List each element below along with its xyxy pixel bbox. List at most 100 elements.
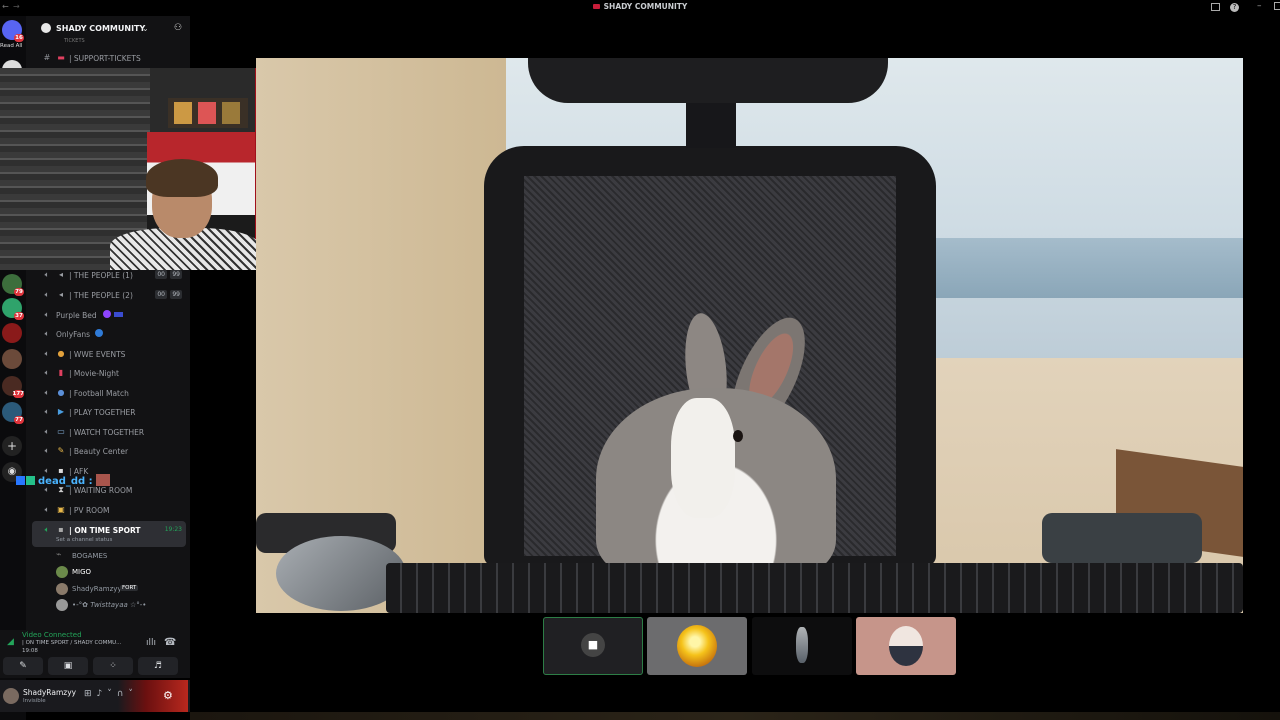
participant-tile[interactable]: ■ [543, 617, 643, 675]
server-tag-badge: FORT [120, 585, 139, 591]
channel-label: | THE PEOPLE (2) [69, 291, 133, 300]
minimize-icon[interactable]: – [1257, 1, 1267, 11]
user-count: 00 [155, 290, 167, 299]
channel-pv-room[interactable]: 🔈︎ ▣ | PV ROOM [32, 501, 186, 519]
window-titlebar: ← → SHADY COMMUNITY ? – [0, 0, 1280, 16]
server-logo-icon [592, 4, 600, 9]
soundboard-button[interactable]: ♬ [138, 657, 178, 675]
badge-icon [16, 476, 25, 485]
participant-avatar [677, 625, 717, 667]
activity-button[interactable]: ⁘ [93, 657, 133, 675]
channel-label: | WWE EVENTS [69, 350, 126, 359]
ticket-emoji-icon: ▬ [57, 53, 65, 62]
server-icon[interactable] [2, 349, 22, 369]
member-name: BOGAMES [72, 552, 108, 560]
maximize-icon[interactable] [1274, 2, 1280, 10]
add-server-icon[interactable]: + [2, 436, 22, 456]
channel-label: | SUPPORT-TICKETS [69, 54, 141, 63]
voice-connection-panel: ◢ Video Connected | ON TIME SPORT / SHAD… [0, 630, 190, 678]
help-icon[interactable]: ? [1230, 3, 1239, 12]
server-icon [41, 23, 51, 33]
channel-play-together[interactable]: 🔈︎ ▶ | PLAY TOGETHER [32, 403, 186, 421]
bunny-face [671, 398, 735, 518]
unread-badge: 177 [12, 390, 24, 398]
speaker-icon: 🔈︎ [44, 407, 50, 416]
chevron-down-icon[interactable]: ˅ [128, 689, 138, 699]
chair-arm [1042, 513, 1202, 563]
server-icon[interactable]: 37 [2, 298, 24, 320]
screen-share-button[interactable]: ▣ [48, 657, 88, 675]
inbox-icon[interactable] [1211, 3, 1220, 11]
channel-label: | Movie-Night [69, 369, 119, 378]
channel-status-input[interactable]: Set a channel status [56, 537, 112, 543]
channel-label: Purple Bed [56, 311, 97, 320]
noise-suppression-icon[interactable]: ıllı [146, 638, 156, 648]
category-label: TICKETS [64, 38, 85, 44]
voice-member[interactable]: ShadyRamzyy FORT [56, 582, 190, 597]
channel-label: OnlyFans [56, 330, 91, 339]
camera-off-button[interactable]: ✎ [3, 657, 43, 675]
unread-badge: 79 [14, 288, 24, 296]
voice-status: Video Connected [22, 631, 82, 639]
speaker-icon: 🔈︎ [44, 349, 50, 358]
member-icon: ⌁ [56, 550, 62, 560]
channel-label: | WATCH TOGETHER [69, 428, 145, 437]
participant-tile[interactable] [856, 617, 956, 675]
speaker-icon: 🔈︎ [44, 505, 50, 514]
add-member-icon[interactable]: ⚇ [174, 23, 184, 33]
participant-tile[interactable] [647, 617, 747, 675]
chevron-down-icon[interactable]: ⌄ [142, 24, 149, 33]
participant-tile[interactable] [752, 617, 852, 675]
headphones-icon[interactable]: ∩ [117, 689, 129, 699]
avatar[interactable] [3, 688, 19, 704]
channel-wwe-events[interactable]: 🔈︎ ● | WWE EVENTS [32, 345, 186, 363]
disconnect-icon[interactable]: ☎ [164, 637, 176, 648]
channel-onlyfans[interactable]: 🔈︎ OnlyFans [32, 325, 186, 343]
channel-on-time-sport[interactable]: 🔈︎ ▪ | ON TIME SPORT 19:23 Set a channel… [32, 521, 186, 547]
avatar [56, 599, 68, 611]
read-all-button[interactable]: Read All [0, 43, 22, 49]
channel-watch-together[interactable]: 🔈︎ ▭ | WATCH TOGETHER [32, 423, 186, 441]
discord-icon[interactable]: 16 [2, 20, 24, 42]
signal-icon[interactable]: ◢ [7, 637, 14, 647]
chevron-down-icon[interactable]: ˅ [107, 689, 117, 699]
voice-timer: 19:08 [22, 648, 38, 654]
speaker-icon: 🔈︎ [44, 290, 50, 299]
unread-badge: 77 [14, 416, 24, 424]
server-icon[interactable]: 177 [2, 376, 24, 398]
user-count: 00 [155, 270, 167, 279]
channel-support-tickets[interactable]: # ▬ | SUPPORT-TICKETS [32, 49, 186, 67]
channel-label: | Football Match [69, 389, 129, 398]
server-icon[interactable]: 77 [2, 402, 24, 424]
server-header[interactable]: SHADY COMMUNITY ⌄ ⚇ [26, 16, 190, 42]
user-limit: 99 [170, 270, 182, 279]
gear-icon[interactable]: ⚙ [163, 689, 173, 702]
user-panel: ShadyRamzyy Invisible ⊞♪˅∩˅ ⚙ [0, 680, 190, 712]
channel-purple-bed[interactable]: 🔈︎ Purple Bed [32, 306, 186, 324]
game-controller-icon[interactable]: ⊞ [84, 689, 97, 699]
channel-the-people-2[interactable]: 🔈︎ ◂ | THE PEOPLE (2) 00 99 [32, 286, 186, 304]
hash-icon: # [43, 53, 51, 62]
channel-movie-night[interactable]: 🔈︎ ▮ | Movie-Night [32, 364, 186, 382]
speaker-icon: 🔈︎ [44, 388, 50, 397]
channel-label: | Beauty Center [69, 447, 129, 456]
channel-beauty-center[interactable]: 🔈︎ ✎ | Beauty Center [32, 442, 186, 460]
speaker-icon: 🔈︎ [44, 310, 50, 319]
lipstick-emoji-icon: ✎ [57, 446, 65, 455]
main-video-stream[interactable] [256, 58, 1243, 613]
server-icon[interactable]: 79 [2, 274, 24, 296]
voice-location[interactable]: | ON TIME SPORT / SHADY COMMU... [22, 640, 121, 646]
channel-label: | ON TIME SPORT [69, 526, 141, 535]
server-icon[interactable] [2, 323, 22, 343]
voice-member[interactable]: ⌁ BOGAMES [56, 549, 190, 564]
channel-label: | THE PEOPLE (1) [69, 271, 133, 280]
bunny-eye [733, 430, 743, 442]
blue-circle-icon [95, 329, 103, 337]
voice-member[interactable]: MIGO [56, 565, 190, 580]
wrestler-emoji-icon: ● [57, 349, 65, 358]
participant-avatar [889, 626, 923, 666]
mic-icon[interactable]: ♪ [97, 689, 108, 699]
channel-football-match[interactable]: 🔈︎ ● | Football Match [32, 384, 186, 402]
voice-member[interactable]: •-°✿ Twisttayaa ☆°-• [56, 598, 190, 613]
username[interactable]: ShadyRamzyy [23, 688, 76, 697]
